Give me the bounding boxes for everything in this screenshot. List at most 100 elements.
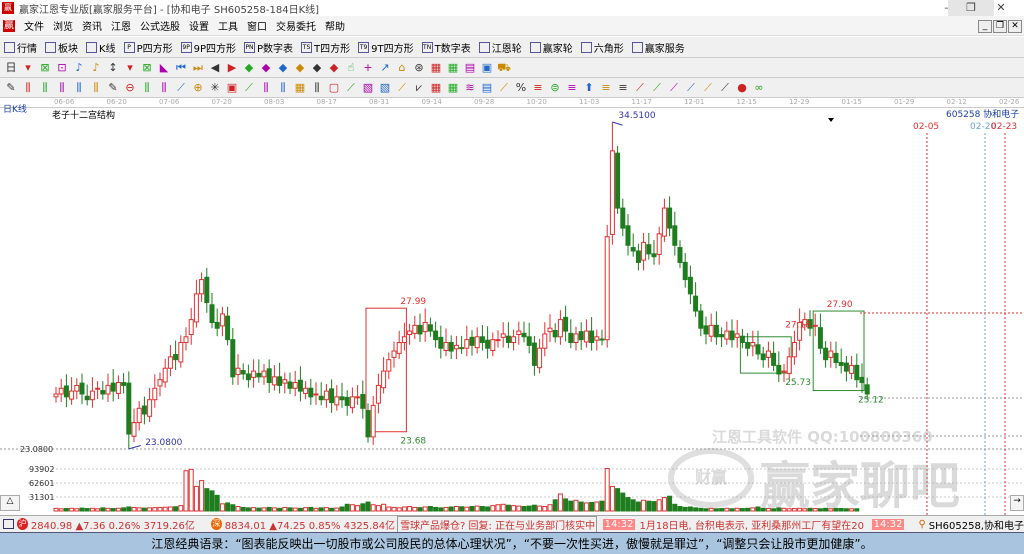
candle[interactable] [682,252,688,288]
candle[interactable] [183,327,189,351]
sh-index[interactable]: 2840.98 ▲7.36 0.26% 3719.26亿 [31,517,195,532]
candle[interactable] [391,341,397,368]
candle[interactable] [334,385,340,411]
candle[interactable] [427,317,433,337]
candle[interactable] [713,311,719,345]
candle[interactable] [677,240,683,269]
candle[interactable] [287,372,293,394]
candle[interactable] [719,327,725,348]
candle[interactable] [495,330,501,348]
candle[interactable] [526,322,532,354]
candle[interactable] [833,341,839,369]
candle[interactable] [542,322,548,357]
candle[interactable] [141,396,147,425]
sz-index[interactable]: 8834.01 ▲74.25 0.85% 4325.84亿 [225,517,395,532]
candle[interactable] [209,293,215,329]
candle[interactable] [422,308,428,342]
candle[interactable] [261,363,267,385]
candle[interactable] [199,272,205,302]
candle[interactable] [500,322,506,348]
candle[interactable] [230,327,236,385]
candle[interactable] [729,319,735,348]
candle[interactable] [162,358,168,388]
candle[interactable] [485,326,491,359]
candle[interactable] [438,325,444,359]
candle[interactable] [219,306,225,337]
candle[interactable] [661,198,667,242]
candle[interactable] [266,359,272,393]
candle[interactable] [370,395,376,445]
candle[interactable] [381,357,387,394]
candle[interactable] [573,326,579,351]
candle[interactable] [386,352,392,380]
candle[interactable] [178,335,184,368]
candle[interactable] [739,329,745,349]
news-ticker-1[interactable]: 雪球产品爆仓? 回复: 正在与业务部门核实中 [397,515,597,533]
candle[interactable] [167,345,173,377]
candle[interactable] [121,373,127,394]
candle[interactable] [568,319,574,349]
candle[interactable] [74,378,80,400]
candle[interactable] [417,313,423,342]
candle[interactable] [750,330,756,357]
candle[interactable] [755,330,761,360]
candle[interactable] [469,330,475,356]
candle[interactable] [297,366,303,402]
candle[interactable] [313,382,319,405]
candle[interactable] [734,319,740,348]
candle[interactable] [828,341,834,368]
candle[interactable] [464,325,470,357]
candle[interactable] [360,380,366,419]
candle[interactable] [630,233,636,257]
candle[interactable] [225,306,231,346]
candle[interactable] [396,330,402,360]
candle[interactable] [776,351,782,382]
candle[interactable] [843,355,849,382]
candle[interactable] [407,323,413,345]
candle[interactable] [448,335,454,360]
candle[interactable] [703,316,709,345]
candle[interactable] [791,330,797,365]
candle[interactable] [651,239,657,265]
candle[interactable] [490,332,496,357]
candle[interactable] [214,308,220,337]
candle[interactable] [505,322,511,349]
candle[interactable] [583,319,589,348]
candle[interactable] [126,371,132,449]
candle[interactable] [521,321,527,343]
candle[interactable] [578,322,584,350]
candle[interactable] [531,335,537,376]
candle[interactable] [79,373,85,405]
candle[interactable] [589,317,595,351]
candle[interactable] [838,348,844,374]
candle[interactable] [453,335,459,360]
candle[interactable] [537,338,543,374]
scroll-right-button[interactable]: → [1010,495,1024,511]
candle[interactable] [641,232,647,271]
candle[interactable] [277,362,283,394]
candle[interactable] [147,387,153,423]
candle[interactable] [188,307,194,345]
candle[interactable] [152,374,158,408]
candle[interactable] [698,303,704,337]
candle[interactable] [599,329,605,346]
candle[interactable] [256,359,262,383]
candle[interactable] [687,265,693,305]
candle[interactable] [323,383,329,408]
candle[interactable] [563,305,569,342]
candle[interactable] [349,387,355,414]
candle[interactable] [765,341,771,368]
candle[interactable] [609,122,615,245]
candle[interactable] [115,375,121,400]
candle[interactable] [193,279,199,328]
candle[interactable] [443,328,449,357]
candle[interactable] [105,373,111,402]
candle[interactable] [771,341,777,372]
candle[interactable] [282,372,288,394]
current-stock[interactable]: SH605258,协和电子 [929,517,1024,532]
candle[interactable] [303,381,309,400]
candle[interactable] [355,385,361,405]
candle[interactable] [240,363,246,380]
candle[interactable] [672,211,678,256]
candle[interactable] [552,323,558,343]
